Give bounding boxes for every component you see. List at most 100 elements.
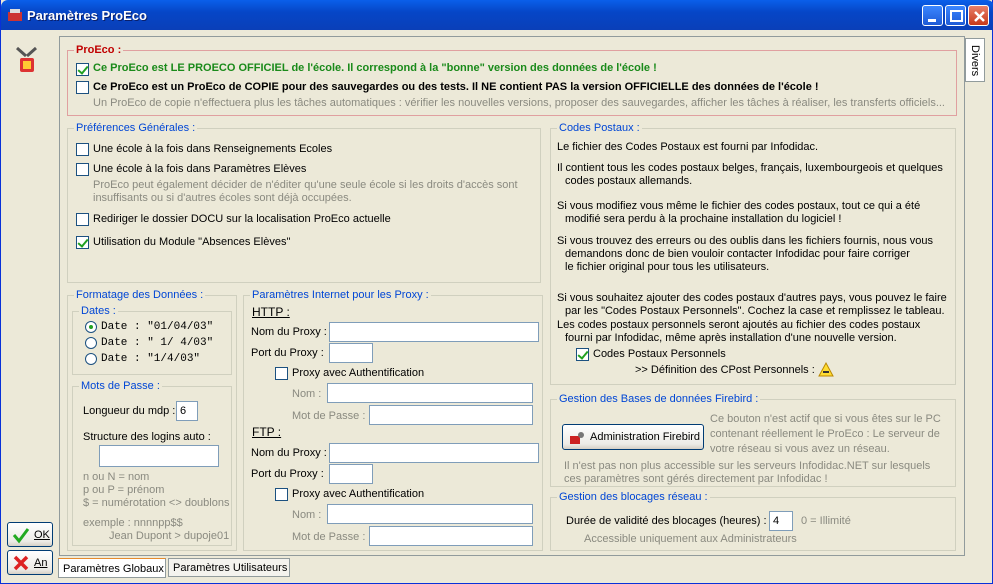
ftp-nom-input[interactable] xyxy=(327,504,533,524)
tab-divers-label: Divers xyxy=(969,45,981,77)
firebird-note-1: Ce bouton n'est actif que si vous êtes s… xyxy=(710,413,941,425)
date-format-3-radio[interactable] xyxy=(85,353,97,365)
pref-ecoles-label: Une école à la fois dans Renseignements … xyxy=(93,143,333,155)
postal-p6b: fourni par Infodidac, même après install… xyxy=(565,332,897,344)
official-checkbox[interactable] xyxy=(76,63,89,76)
http-proxy-port-input[interactable] xyxy=(329,343,373,363)
hint-nom: n ou N = nom xyxy=(83,471,150,483)
firebird-note-3: votre réseau si vous avez un réseau. xyxy=(710,443,890,455)
window-title: Paramètres ProEco xyxy=(27,8,147,23)
ftp-auth-checkbox[interactable] xyxy=(275,488,288,501)
personal-postal-checkbox[interactable] xyxy=(576,348,589,361)
firebird-legend: Gestion des Bases de données Firebird : xyxy=(557,393,761,405)
postal-legend: Codes Postaux : xyxy=(557,122,642,134)
http-proxy-port-label: Port du Proxy : xyxy=(251,347,324,359)
postal-p6a: Les codes postaux personnels seront ajou… xyxy=(557,319,921,331)
http-auth-checkbox[interactable] xyxy=(275,367,288,380)
proxy-legend: Paramètres Internet pour les Proxy : xyxy=(250,289,431,301)
dates-legend: Dates : xyxy=(79,305,118,317)
firebird-note-4: Il n'est pas non plus accessible sur les… xyxy=(564,460,931,472)
app-icon xyxy=(7,7,23,23)
ftp-proxy-port-input[interactable] xyxy=(329,464,373,484)
tools-icon xyxy=(14,44,40,76)
date-format-1-radio[interactable] xyxy=(85,321,97,333)
ftp-pwd-input[interactable] xyxy=(369,526,533,546)
postal-p3a: Si vous modifiez vous même le fichier de… xyxy=(557,200,921,212)
http-proxy-name-label: Nom du Proxy : xyxy=(251,326,327,338)
cancel-button[interactable]: An xyxy=(7,550,53,575)
http-proxy-name-input[interactable] xyxy=(329,322,539,342)
format-legend: Formatage des Données : xyxy=(74,289,206,301)
firebird-admin-button[interactable]: Administration Firebird xyxy=(562,424,704,450)
edit-postal-icon[interactable] xyxy=(817,360,835,378)
pref-eleves-label: Une école à la fois dans Paramètres Elèv… xyxy=(93,163,307,175)
tab-parametres-globaux-label: Paramètres Globaux xyxy=(63,563,164,575)
postal-p5a: Si vous souhaitez ajouter des codes post… xyxy=(557,292,947,304)
hint-prenom: p ou P = prénom xyxy=(83,484,165,496)
tab-divers[interactable]: Divers xyxy=(965,38,985,82)
check-icon xyxy=(12,526,30,544)
locks-unit-label: 0 = Illimité xyxy=(801,515,851,527)
example-pattern: exemple : nnnnpp$$ xyxy=(83,517,183,529)
firebird-icon xyxy=(569,430,585,446)
title-bar[interactable]: Paramètres ProEco xyxy=(1,0,993,30)
http-pwd-input[interactable] xyxy=(369,405,533,425)
ok-label: OK xyxy=(34,529,50,541)
ftp-proxy-port-label: Port du Proxy : xyxy=(251,468,324,480)
postal-p2a: Il contient tous les codes postaux belge… xyxy=(557,162,943,174)
hint-numerotation: $ = numérotation <> doublons xyxy=(83,497,230,509)
ftp-proxy-name-input[interactable] xyxy=(329,443,539,463)
personal-postal-label: Codes Postaux Personnels xyxy=(593,348,726,360)
pref-note-2: insuffisants ou si d'autres écoles sont … xyxy=(93,192,352,204)
mdp-input[interactable]: 6 xyxy=(176,401,198,421)
logins-input[interactable] xyxy=(99,445,219,467)
tab-parametres-globaux[interactable]: Paramètres Globaux xyxy=(58,558,166,578)
http-auth-label: Proxy avec Authentification xyxy=(292,367,425,379)
tab-parametres-utilisateurs[interactable]: Paramètres Utilisateurs xyxy=(168,558,290,577)
ftp-nom-label: Nom : xyxy=(292,509,322,521)
logins-label: Structure des logins auto : xyxy=(83,431,211,443)
copy-checkbox[interactable] xyxy=(76,81,89,94)
pwd-legend: Mots de Passe : xyxy=(79,380,162,392)
postal-p5b: par les "Codes Postaux Personnels". Coch… xyxy=(565,305,945,317)
mdp-label: Longueur du mdp : xyxy=(83,405,176,417)
x-icon xyxy=(12,554,30,572)
locks-legend: Gestion des blocages réseau : xyxy=(557,491,710,503)
firebird-button-label: Administration Firebird xyxy=(590,431,701,443)
prefs-legend: Préférences Générales : xyxy=(74,122,198,134)
example-result: Jean Dupont > dupoje01 xyxy=(109,530,230,542)
firebird-note-2: contenant réellement le ProEco : Le serv… xyxy=(710,428,940,440)
pref-docu-checkbox[interactable] xyxy=(76,213,89,226)
ok-button[interactable]: OK xyxy=(7,522,53,547)
postal-p2b: codes postaux allemands. xyxy=(565,175,693,187)
close-button[interactable] xyxy=(968,5,989,26)
postal-p4b: demandons donc de bien vouloir contacter… xyxy=(565,248,910,260)
http-nom-input[interactable] xyxy=(327,383,533,403)
copy-label: Ce ProEco est un ProEco de COPIE pour de… xyxy=(93,81,819,93)
ftp-pwd-label: Mot de Passe : xyxy=(292,531,366,543)
pref-docu-label: Rediriger le dossier DOCU sur la localis… xyxy=(93,213,391,225)
date-format-1-label: Date : "01/04/03" xyxy=(101,321,214,333)
ftp-heading: FTP : xyxy=(252,425,282,439)
ftp-auth-label: Proxy avec Authentification xyxy=(292,488,425,500)
pref-ecoles-checkbox[interactable] xyxy=(76,143,89,156)
pref-absences-checkbox[interactable] xyxy=(76,236,89,249)
http-nom-label: Nom : xyxy=(292,388,322,400)
date-format-3-label: Date : "1/4/03" xyxy=(101,353,201,365)
date-format-2-radio[interactable] xyxy=(85,337,97,349)
maximize-button[interactable] xyxy=(945,5,966,26)
mdp-value: 6 xyxy=(180,405,187,417)
pref-eleves-checkbox[interactable] xyxy=(76,163,89,176)
minimize-button[interactable] xyxy=(922,5,943,26)
locks-duration-input[interactable]: 4 xyxy=(769,511,793,531)
date-format-2-label: Date : " 1/ 4/03" xyxy=(101,337,214,349)
postal-p4a: Si vous trouvez des erreurs ou des oubli… xyxy=(557,235,934,247)
postal-p4c: le fichier original pour tous les utilis… xyxy=(565,261,770,273)
postal-p1: Le fichier des Codes Postaux est fourni … xyxy=(557,141,819,153)
definition-label: >> Définition des CPost Personnels : xyxy=(635,364,815,376)
cancel-label: An xyxy=(34,557,48,569)
pref-absences-label: Utilisation du Module "Absences Elèves" xyxy=(93,236,291,248)
http-pwd-label: Mot de Passe : xyxy=(292,410,366,422)
locks-duration-value: 4 xyxy=(773,515,780,527)
copy-note: Un ProEco de copie n'effectuera plus les… xyxy=(93,97,945,109)
